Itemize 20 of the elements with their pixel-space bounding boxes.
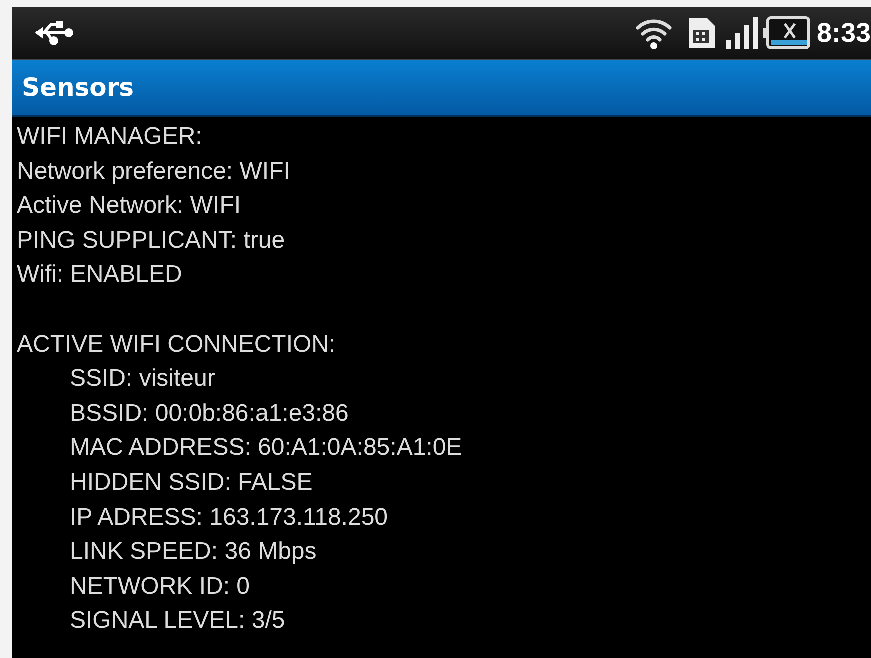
info-line: Network preference: WIFI — [17, 156, 290, 187]
info-line: Wifi: ENABLED — [17, 260, 182, 290]
info-line: BSSID: 00:0b:86:a1:e3:86 — [70, 398, 349, 429]
info-line: HIDDEN SSID: FALSE — [70, 468, 313, 498]
battery-icon — [762, 16, 811, 50]
info-line: LINK SPEED: 36 Mbps — [70, 537, 317, 568]
usb-icon — [34, 20, 74, 46]
clock-time: 8:33 — [816, 18, 871, 48]
info-line: SSID: visiteur — [70, 364, 216, 394]
section-heading: WIFI MANAGER: — [17, 122, 202, 152]
info-line: IP ADRESS: 163.173.118.250 — [70, 502, 388, 533]
info-line: Active Network: WIFI — [17, 191, 242, 222]
section-heading: ACTIVE WIFI CONNECTION: — [17, 330, 336, 360]
info-line: MAC ADDRESS: 60:A1:0A:85:A1:0E — [70, 433, 462, 464]
info-line: SIGNAL LEVEL: 3/5 — [70, 606, 286, 636]
sim-card-icon — [686, 16, 717, 50]
signal-icon — [724, 16, 759, 50]
info-line: NETWORK ID: 0 — [70, 572, 250, 602]
screen-title: Sensors — [22, 73, 134, 102]
info-line: PING SUPPLICANT: true — [17, 226, 286, 256]
